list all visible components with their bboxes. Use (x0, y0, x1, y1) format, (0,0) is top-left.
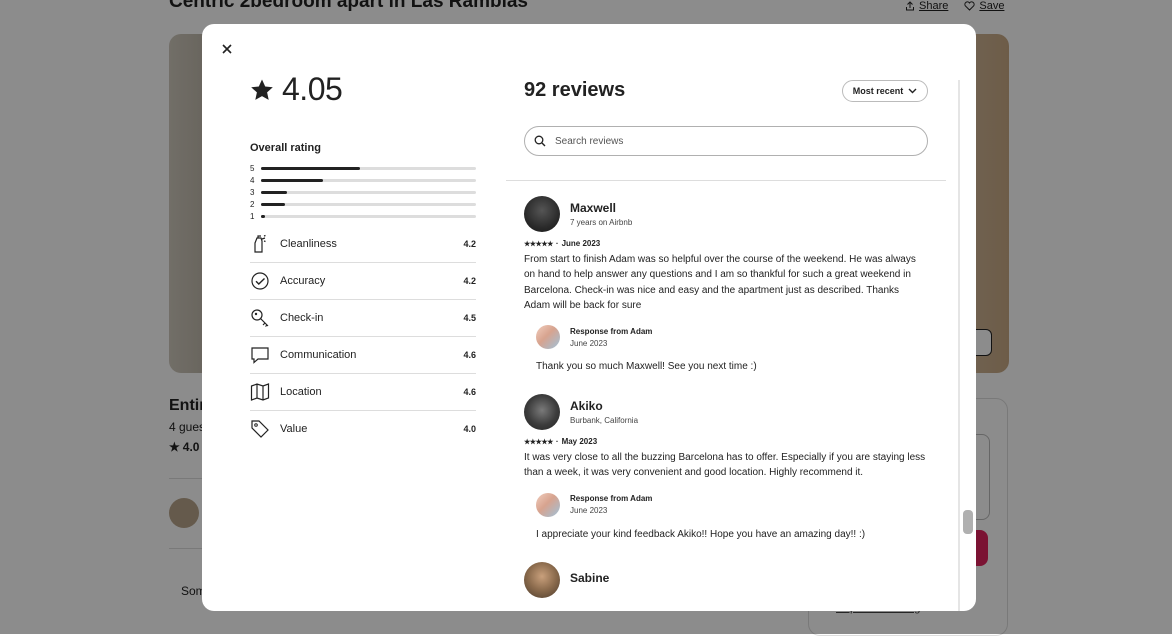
review-meta: ★★★★★ · May 2023 (524, 437, 928, 446)
histogram-star-label: 2 (250, 199, 255, 209)
category-score: 4.5 (463, 313, 476, 323)
host-avatar[interactable] (536, 325, 560, 350)
star-rating: ★★★★★ (524, 438, 553, 446)
histogram-bar-fill (261, 214, 266, 218)
sort-dropdown[interactable]: Most recent (842, 80, 928, 102)
key-icon (250, 308, 280, 328)
map-icon (250, 382, 280, 402)
histogram-row: 3 (250, 186, 476, 198)
histogram-bar-fill (261, 202, 285, 206)
histogram-bar-fill (261, 190, 287, 194)
review-item: Maxwell 7 years on Airbnb ★★★★★ · June 2… (524, 196, 928, 372)
histogram-bar-track (261, 214, 476, 218)
category-label: Check-in (280, 312, 324, 324)
category-score: 4.6 (463, 350, 476, 360)
sort-label: Most recent (852, 86, 904, 96)
response-date: June 2023 (570, 338, 608, 348)
category-label: Communication (280, 349, 357, 361)
overall-rating-header: 4.05 (250, 71, 343, 108)
reviewer-subtitle: 7 years on Airbnb (570, 218, 633, 227)
reviewer-name: Akiko (570, 399, 603, 414)
overall-rating-label: Overall rating (250, 142, 321, 154)
histogram-star-label: 3 (250, 187, 255, 197)
review-meta: ★★★★★ · June 2023 (524, 239, 928, 248)
review-date: June 2023 (561, 239, 601, 248)
category-rating-location: Location 4.6 (250, 374, 476, 411)
histogram-row: 2 (250, 198, 476, 210)
separator: · (555, 437, 559, 447)
category-ratings: Cleanliness 4.2 Accuracy 4.2 Check-in 4.5 Comm… (250, 226, 476, 447)
divider (506, 180, 946, 181)
category-rating-value: Value 4.0 (250, 411, 476, 447)
review-text: It was very close to all the buzzing Bar… (524, 452, 926, 479)
review-date: May 2023 (561, 437, 598, 447)
histogram-star-label: 5 (250, 163, 255, 173)
reviewer-avatar[interactable] (524, 394, 560, 431)
category-label: Location (280, 386, 322, 398)
reviews-panel: 92 reviews Most recent Maxwell 7 years o… (506, 24, 946, 611)
response-title: Response from Adam (570, 494, 653, 504)
tag-icon (250, 419, 280, 439)
category-label: Cleanliness (280, 238, 337, 250)
category-rating-accuracy: Accuracy 4.2 (250, 263, 476, 300)
reviewer-avatar[interactable] (524, 561, 560, 598)
category-rating-check-in: Check-in 4.5 (250, 300, 476, 337)
reviewer-name: Maxwell (570, 201, 617, 215)
search-input[interactable] (555, 129, 927, 153)
histogram-bar-track (261, 166, 476, 170)
separator: · (555, 239, 559, 248)
close-icon (222, 44, 232, 54)
close-button[interactable] (216, 38, 238, 60)
search-icon (525, 135, 555, 147)
histogram-star-label: 4 (250, 175, 255, 185)
category-rating-cleanliness: Cleanliness 4.2 (250, 226, 476, 263)
histogram-bar-track (261, 178, 476, 182)
category-score: 4.6 (463, 387, 476, 397)
histogram-star-label: 1 (250, 211, 255, 221)
category-rating-communication: Communication 4.6 (250, 337, 476, 374)
overall-rating-value: 4.05 (282, 71, 343, 107)
chevron-down-icon (908, 88, 917, 94)
check-circle-icon (250, 271, 280, 291)
reviews-modal: 4.05 Overall rating 5 4 3 2 1 Cleanliness 4.2… (202, 24, 976, 611)
response-date: June 2023 (570, 506, 608, 516)
histogram-row: 1 (250, 210, 476, 222)
reviewer-subtitle: Burbank, California (570, 416, 639, 426)
host-avatar[interactable] (536, 492, 560, 517)
chat-bubble-icon (250, 345, 280, 365)
review-item: Akiko Burbank, California ★★★★★ · May 20… (524, 394, 928, 540)
category-score: 4.2 (463, 276, 476, 286)
response-text: I appreciate your kind feedback Akiko!! … (536, 528, 866, 540)
review-list: Maxwell 7 years on Airbnb ★★★★★ · June 2… (524, 196, 928, 611)
histogram-row: 5 (250, 162, 476, 174)
histogram-bar-track (261, 202, 476, 206)
reviewer-name: Sabine (570, 571, 610, 586)
star-icon (251, 79, 273, 100)
histogram-bar-track (261, 190, 476, 194)
reviewer-avatar[interactable] (524, 196, 560, 232)
category-label: Accuracy (280, 275, 326, 287)
category-label: Value (280, 423, 308, 435)
search-reviews-field[interactable] (524, 126, 928, 156)
host-response: Response from Adam June 2023 I appreciat… (536, 492, 928, 540)
histogram-row: 4 (250, 174, 476, 186)
category-score: 4.0 (463, 424, 476, 434)
scrollbar-thumb[interactable] (963, 510, 973, 534)
star-rating: ★★★★★ (524, 240, 553, 248)
category-score: 4.2 (463, 239, 476, 249)
response-title: Response from Adam (570, 326, 653, 336)
scrollbar-track[interactable] (958, 80, 960, 611)
response-text: Thank you so much Maxwell! See you next … (536, 361, 757, 373)
histogram-bar-fill (261, 166, 360, 170)
host-response: Response from Adam June 2023 Thank you s… (536, 325, 928, 372)
histogram-bar-fill (261, 178, 324, 182)
reviews-count: 92 reviews (524, 79, 626, 101)
spray-bottle-icon (250, 234, 280, 254)
rating-histogram: 5 4 3 2 1 (250, 162, 476, 222)
review-item: Sabine (524, 561, 928, 598)
review-text: From start to finish Adam was so helpful… (524, 254, 916, 311)
